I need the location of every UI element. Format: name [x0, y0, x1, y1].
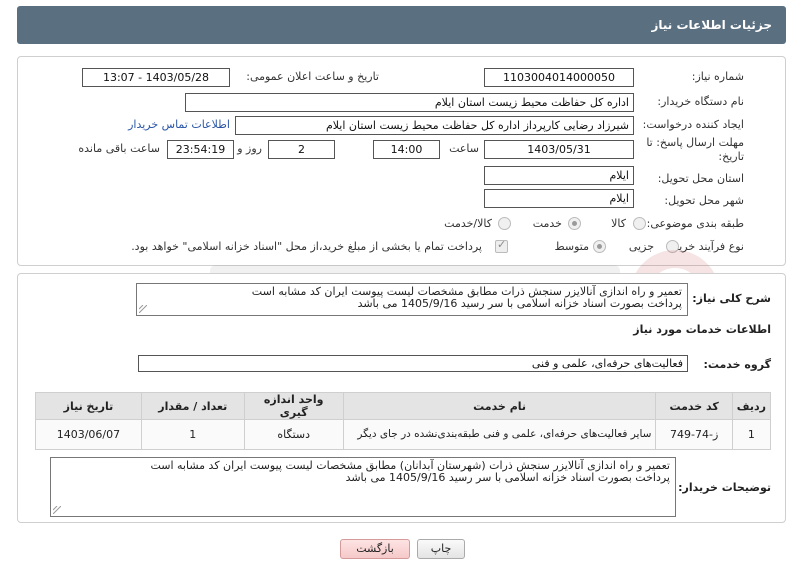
service-group-field: فعالیت‌های حرفه‌ای، علمی و فنی — [138, 355, 688, 372]
cell-unit: دستگاه — [243, 419, 344, 450]
buyer-notes-label: توضیحات خریدار: — [678, 481, 771, 494]
col-row: ردیف — [731, 392, 772, 420]
buyer-org-field: اداره کل حفاظت محیط زیست استان ایلام — [185, 93, 634, 112]
buyer-notes-textarea: تعمیر و راه اندازی آنالایزر سنجش ذرات (ش… — [50, 457, 676, 517]
category-service-label: خدمت — [532, 217, 562, 230]
summary-textarea: تعمیر و راه اندازی آنالایزر سنجش ذرات مط… — [136, 283, 688, 316]
category-goods-service-radio[interactable] — [498, 217, 511, 230]
col-date: تاریخ نیاز — [35, 392, 142, 420]
service-group-label: گروه خدمت: — [703, 358, 771, 371]
province-field: ایلام — [484, 166, 634, 185]
resize-grip-icon[interactable] — [139, 305, 147, 313]
services-table: ردیف کد خدمت نام خدمت واحد اندازه گیری ت… — [35, 392, 772, 450]
days-remaining-field: 2 — [268, 140, 335, 159]
process-medium-label: متوسط — [554, 240, 589, 253]
cell-code: ز-74-749 — [655, 419, 733, 450]
announce-date-label: تاریخ و ساعت اعلان عمومی: — [246, 70, 379, 83]
category-label: طبقه بندی موضوعی: — [646, 217, 744, 230]
cell-row: 1 — [731, 419, 772, 450]
deadline-time-label: ساعت — [449, 142, 479, 155]
category-goods-label: کالا — [611, 217, 626, 230]
buyer-contact-link[interactable]: اطلاعات تماس خریدار — [128, 118, 230, 131]
summary-label: شرح کلی نیاز: — [692, 292, 771, 305]
province-label: استان محل تحویل: — [657, 172, 744, 185]
category-goods-service-label: کالا/خدمت — [444, 217, 492, 230]
treasury-payment-checkbox[interactable] — [495, 238, 508, 253]
process-minor-radio[interactable] — [666, 240, 679, 253]
deadline-date-field: 1403/05/31 — [484, 140, 634, 159]
col-unit: واحد اندازه گیری — [243, 392, 344, 420]
page-title: جزئیات اطلاعات نیاز — [17, 6, 786, 44]
deadline-label: مهلت ارسال پاسخ: تا تاریخ: — [646, 136, 744, 163]
treasury-payment-text: پرداخت تمام یا بخشی از مبلغ خرید،از محل … — [131, 240, 482, 253]
need-number-label: شماره نیاز: — [691, 70, 744, 83]
summary-line-2: پرداخت بصورت اسناد خزانه اسلامی با سر رس… — [357, 297, 682, 310]
days-label: روز و — [237, 142, 262, 155]
city-field: ایلام — [484, 189, 634, 208]
resize-grip-icon[interactable] — [53, 506, 61, 514]
table-row: 1 ز-74-749 سایر فعالیت‌های حرفه‌ای، علمی… — [35, 419, 772, 450]
city-label: شهر محل تحویل: — [664, 194, 744, 207]
buyer-notes-line-2: پرداخت بصورت اسناد خزانه اسلامی با سر رس… — [345, 471, 670, 484]
buyer-org-label: نام دستگاه خریدار: — [657, 95, 744, 108]
creator-field: شیرزاد رضایی کارپرداز اداره کل حفاظت محی… — [235, 116, 634, 135]
col-code: کد خدمت — [655, 392, 733, 420]
cell-qty: 1 — [140, 419, 245, 450]
services-section-title: اطلاعات خدمات مورد نیاز — [633, 323, 771, 336]
col-name: نام خدمت — [342, 392, 657, 420]
back-button[interactable]: بازگشت — [340, 539, 410, 559]
remaining-time-field: 23:54:19 — [167, 140, 234, 159]
creator-label: ایجاد کننده درخواست: — [642, 118, 744, 131]
print-button[interactable]: چاپ — [417, 539, 465, 559]
col-qty: تعداد / مقدار — [140, 392, 245, 420]
announce-date-field: 1403/05/28 - 13:07 — [82, 68, 230, 87]
cell-name: سایر فعالیت‌های حرفه‌ای، علمی و فنی طبقه… — [342, 419, 657, 450]
deadline-time-field: 14:00 — [373, 140, 440, 159]
services-table-header: ردیف کد خدمت نام خدمت واحد اندازه گیری ت… — [35, 392, 772, 420]
remaining-time-label: ساعت باقی مانده — [78, 142, 160, 155]
need-number-field: 1103004014000050 — [484, 68, 634, 87]
process-medium-radio[interactable] — [593, 240, 606, 253]
category-service-radio[interactable] — [568, 217, 581, 230]
cell-date: 1403/06/07 — [35, 419, 142, 450]
process-minor-label: جزیی — [628, 240, 654, 253]
category-goods-radio[interactable] — [633, 217, 646, 230]
